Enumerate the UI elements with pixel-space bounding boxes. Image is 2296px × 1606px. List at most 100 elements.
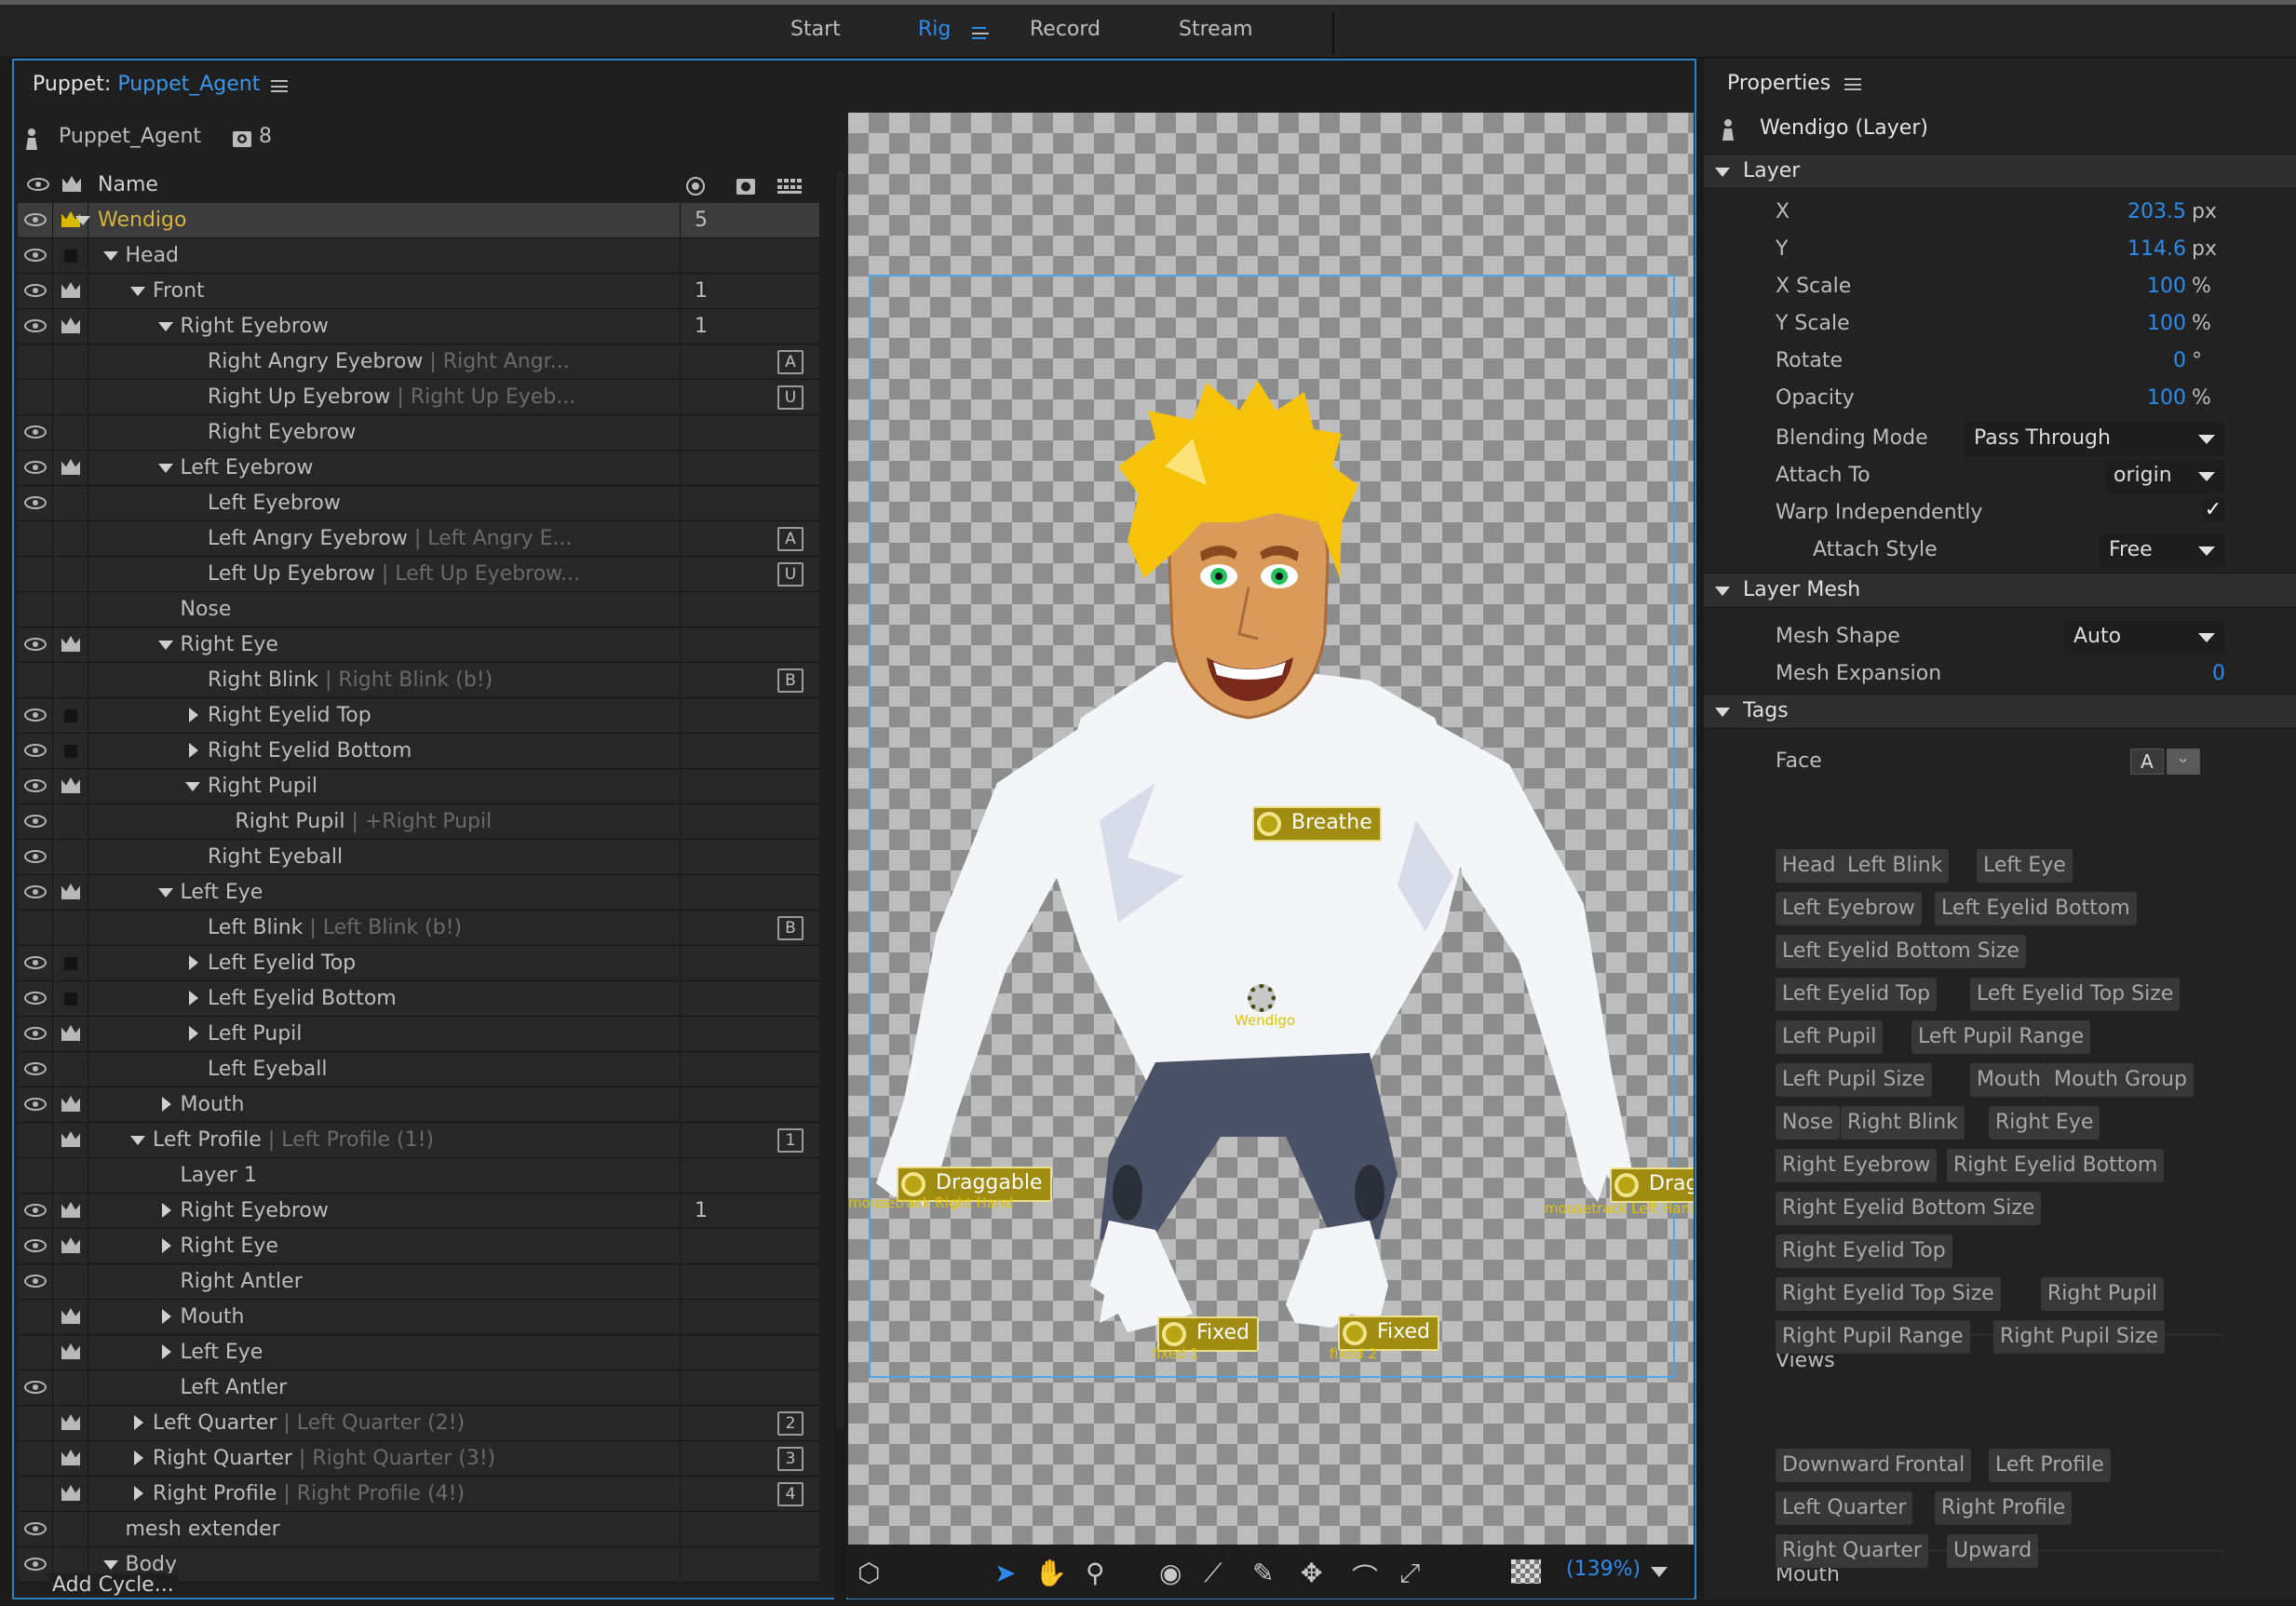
visibility-cell[interactable]	[18, 1158, 53, 1193]
face-tag-chip[interactable]: Right Eyelid Bottom Size	[1776, 1192, 2042, 1225]
eye-icon[interactable]	[24, 1204, 47, 1217]
tree-row[interactable]: Right Blink | Right Blink (b!) B	[18, 663, 819, 698]
face-tag-chip[interactable]: Right Eyelid Top Size	[1776, 1277, 2001, 1311]
visibility-cell[interactable]	[18, 734, 53, 768]
eye-icon[interactable]	[24, 1275, 47, 1288]
visibility-cell[interactable]	[18, 380, 53, 414]
expand-right-icon[interactable]	[161, 1309, 171, 1324]
key-trigger-badge[interactable]: A	[777, 527, 804, 551]
y-value[interactable]: 114.6	[2076, 237, 2186, 261]
visibility-cell[interactable]	[18, 1477, 53, 1511]
opacity-value[interactable]: 100	[2076, 386, 2186, 410]
handle-cell[interactable]	[53, 1512, 88, 1546]
visibility-cell[interactable]	[18, 981, 53, 1016]
expand-down-icon[interactable]	[185, 782, 200, 791]
tree-row[interactable]: Left Angry Eyebrow | Left Angry E... A	[18, 521, 819, 557]
visibility-cell[interactable]	[18, 628, 53, 662]
add-cycle-button[interactable]: Add Cycle...	[48, 1573, 178, 1597]
independent-toggle[interactable]	[64, 992, 77, 1005]
independent-toggle[interactable]	[64, 957, 77, 970]
layer-mesh-section-header[interactable]: Layer Mesh	[1704, 573, 2296, 608]
tree-row[interactable]: Left Profile | Left Profile (1!) 1	[18, 1123, 819, 1158]
tree-row[interactable]: Right Antler	[18, 1264, 819, 1300]
mesh-expansion-value[interactable]: 0	[2132, 662, 2225, 685]
eye-icon[interactable]	[24, 779, 47, 792]
puppet-panel-menu-icon[interactable]	[271, 80, 288, 92]
tree-row[interactable]: Nose	[18, 592, 819, 628]
expand-down-icon[interactable]	[130, 287, 145, 296]
origin-tool-icon[interactable]: ◉	[1159, 1558, 1182, 1588]
zoom-tool-icon[interactable]: ⚲	[1086, 1558, 1105, 1588]
puppet-title-name[interactable]: Puppet_Agent	[117, 73, 260, 96]
visibility-cell[interactable]	[18, 557, 53, 591]
handle-cell[interactable]	[53, 1264, 88, 1299]
independent-toggle[interactable]	[64, 250, 77, 263]
visibility-cell[interactable]	[18, 592, 53, 627]
visibility-cell[interactable]	[18, 1229, 53, 1263]
view-tag-chip[interactable]: Upward	[1947, 1534, 2039, 1568]
handle-cell[interactable]	[53, 486, 88, 520]
tree-row[interactable]: Right Eyebrow 1	[18, 309, 819, 344]
expand-down-icon[interactable]	[157, 464, 173, 473]
visibility-cell[interactable]	[18, 1512, 53, 1546]
tree-row[interactable]: Right Eye	[18, 1229, 819, 1264]
visibility-cell[interactable]	[18, 911, 53, 945]
tree-row[interactable]: Right Angry Eyebrow | Right Angr... A	[18, 344, 819, 380]
visibility-cell[interactable]	[18, 840, 53, 874]
tree-row[interactable]: Right Eyelid Bottom	[18, 734, 819, 769]
tree-row[interactable]: Right Eyeball	[18, 840, 819, 875]
tree-row[interactable]: Right Eye	[18, 628, 819, 663]
handle-cell[interactable]	[53, 663, 88, 697]
face-tag-chip[interactable]: Left Eye	[1977, 849, 2073, 883]
expand-down-icon[interactable]	[130, 1136, 145, 1145]
eye-icon[interactable]	[24, 1239, 47, 1252]
eye-icon[interactable]	[24, 850, 47, 863]
face-tag-chip[interactable]: Left Eyelid Bottom Size	[1776, 935, 2026, 968]
expand-right-icon[interactable]	[134, 1486, 143, 1501]
face-tag-chip[interactable]: Mouth	[1970, 1063, 2047, 1097]
visibility-cell[interactable]	[18, 451, 53, 485]
expand-right-icon[interactable]	[161, 1238, 171, 1253]
tags-section-header[interactable]: Tags	[1704, 694, 2296, 729]
expand-right-icon[interactable]	[189, 743, 198, 758]
workspace-tab-rig[interactable]: Rig	[918, 18, 951, 41]
expand-down-icon[interactable]	[75, 216, 90, 225]
visibility-cell[interactable]	[18, 1300, 53, 1334]
expand-down-icon[interactable]	[157, 888, 173, 897]
tree-row[interactable]: Right Profile | Right Profile (4!) 4	[18, 1477, 819, 1512]
expand-right-icon[interactable]	[161, 1344, 171, 1359]
key-trigger-badge[interactable]: 3	[777, 1447, 804, 1471]
face-tag-chip[interactable]: Left Eyelid Top Size	[1970, 978, 2181, 1011]
expand-right-icon[interactable]	[134, 1415, 143, 1430]
dragger-tool-icon[interactable]: ✥	[1301, 1558, 1322, 1588]
face-tag-chip[interactable]: Right Eyebrow	[1776, 1149, 1938, 1182]
tree-row[interactable]: Right Pupil | +Right Pupil	[18, 804, 819, 840]
blending-mode-dropdown[interactable]: Pass Through	[1965, 423, 2224, 456]
tree-row[interactable]: Right Eyebrow	[18, 415, 819, 451]
tree-row[interactable]: Right Pupil	[18, 769, 819, 804]
tree-row[interactable]: Right Eyelid Top	[18, 698, 819, 734]
handle-cell[interactable]	[53, 557, 88, 591]
expand-down-icon[interactable]	[157, 322, 173, 331]
y-scale-value[interactable]: 100	[2076, 312, 2186, 335]
eye-icon[interactable]	[24, 461, 47, 474]
tree-row[interactable]: Head	[18, 238, 819, 274]
tree-scrollbar-thumb[interactable]	[836, 172, 844, 1429]
visibility-cell[interactable]	[18, 486, 53, 520]
face-tag-chip[interactable]: Left Eyelid Bottom	[1935, 892, 2137, 925]
tree-row[interactable]: Wendigo 5	[18, 203, 819, 238]
face-tag-chip[interactable]: Left Pupil Size	[1776, 1063, 1932, 1097]
face-tag-chip[interactable]: Left Pupil	[1776, 1020, 1884, 1054]
expand-right-icon[interactable]	[189, 991, 198, 1005]
face-tag-chip[interactable]: Nose	[1776, 1106, 1840, 1140]
handle-cell[interactable]	[53, 1158, 88, 1193]
tree-row[interactable]: Right Quarter | Right Quarter (3!) 3	[18, 1441, 819, 1477]
handle-cell[interactable]	[53, 911, 88, 945]
eye-icon[interactable]	[24, 1062, 47, 1075]
right-draggable-handle[interactable]: Drag	[1610, 1167, 1694, 1203]
tree-row[interactable]: Left Eye	[18, 1335, 819, 1370]
visibility-cell[interactable]	[18, 1052, 53, 1086]
visibility-cell[interactable]	[18, 1441, 53, 1476]
face-tag-chip[interactable]: Right Eyelid Bottom	[1947, 1149, 2165, 1182]
stick-tool-icon[interactable]: ⌒	[1352, 1558, 1378, 1595]
